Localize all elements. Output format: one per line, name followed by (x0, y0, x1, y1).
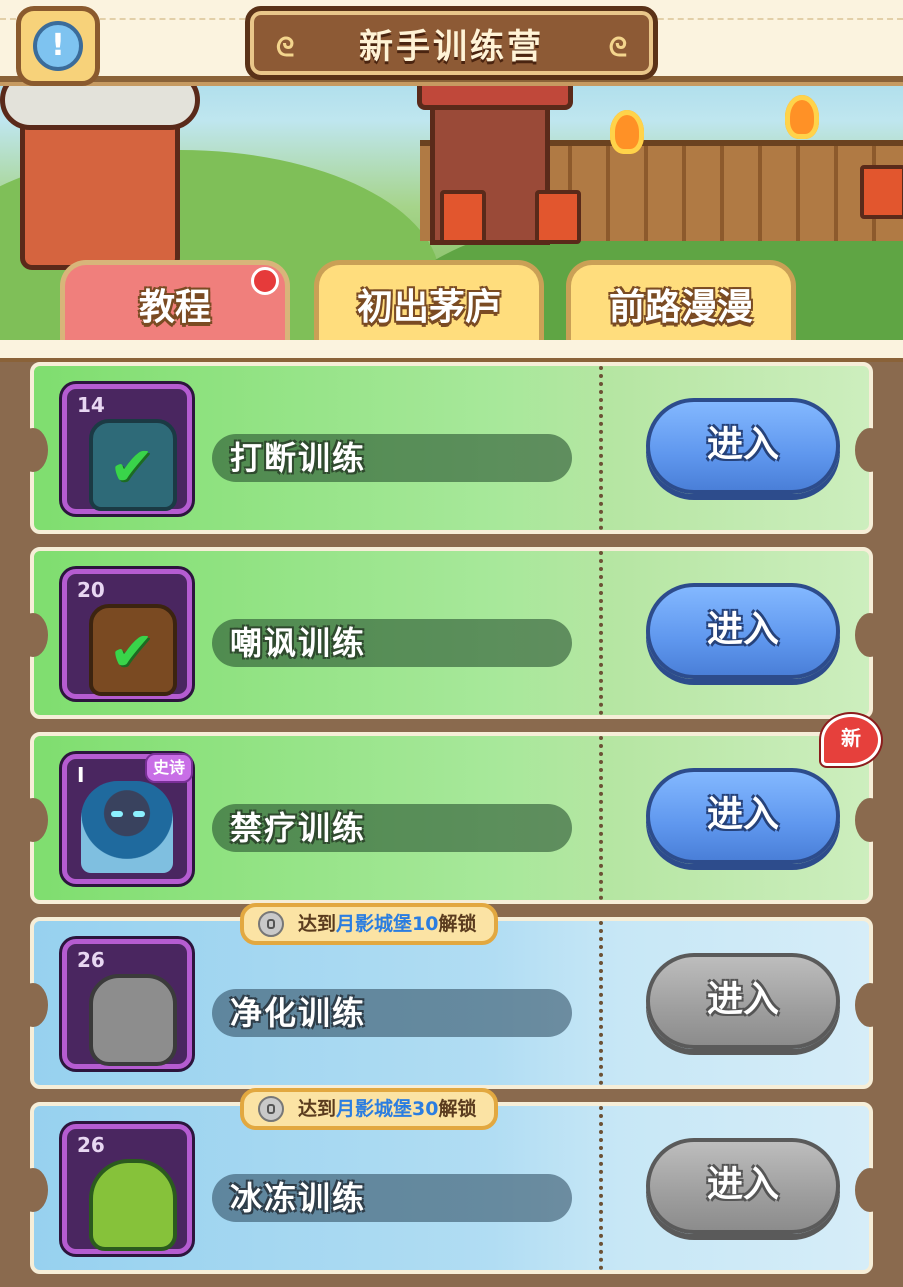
enter-button-disabled[interactable]: 进入 (646, 953, 840, 1049)
unlock-requirement: 达到月影城堡30解锁 (240, 1088, 499, 1130)
training-name: 净化训练 (212, 989, 572, 1037)
training-card: 20 ✔ 嘲讽训练 进入 (18, 547, 885, 719)
epic-badge: 史诗 (144, 753, 193, 783)
hero-rank: I (77, 763, 85, 787)
lock-suffix: 解锁 (438, 913, 477, 935)
flame-icon (610, 110, 644, 154)
card-divider (599, 736, 603, 900)
card-notch (18, 613, 48, 657)
lock-suffix: 解锁 (438, 1098, 477, 1120)
training-name: 禁疗训练 (212, 804, 572, 852)
training-name: 嘲讽训练 (212, 619, 572, 667)
swirl-ornament-icon: ᘓ (608, 33, 627, 63)
training-name: 打断训练 (212, 434, 572, 482)
check-icon: ✔ (109, 435, 155, 498)
lock-place: 月影城堡10 (336, 913, 439, 935)
tab-label: 前路漫漫 (608, 287, 753, 328)
jade-helmet-icon (89, 1159, 177, 1251)
lock-place: 月影城堡30 (336, 1098, 439, 1120)
card-notch (18, 983, 48, 1027)
card-notch (855, 983, 885, 1027)
card-notch (855, 1168, 885, 1212)
training-card: 14 ✔ 打断训练 进入 (18, 362, 885, 534)
swirl-ornament-icon: ᘓ (276, 33, 295, 63)
lock-icon (258, 1096, 284, 1122)
tab-bar: 教程 初出茅庐 前路漫漫 (60, 260, 800, 350)
check-icon: ✔ (109, 620, 155, 683)
card-notch (855, 613, 885, 657)
card-notch (18, 1168, 48, 1212)
tab-beginner[interactable]: 初出茅庐 (314, 260, 544, 348)
info-button[interactable]: ! (16, 6, 100, 86)
flame-icon (785, 95, 819, 139)
item-level: 26 (77, 948, 105, 972)
lock-prefix: 达到 (298, 1098, 337, 1120)
panel-top-edge (0, 340, 903, 362)
unlock-requirement: 达到月影城堡10解锁 (240, 903, 499, 945)
item-level: 20 (77, 578, 105, 602)
training-card-locked: 26 净化训练 进入 达到月影城堡10解锁 (18, 903, 885, 1089)
enter-button[interactable]: 进入 (646, 398, 840, 494)
hero-eye (111, 811, 123, 817)
tab-long-road[interactable]: 前路漫漫 (566, 260, 796, 348)
training-card: I 史诗 禁疗训练 进入 新 (18, 714, 885, 904)
card-divider (599, 921, 603, 1085)
card-notch (18, 798, 48, 842)
boots-item-icon[interactable]: 26 (62, 939, 192, 1069)
lock-icon (258, 911, 284, 937)
tab-tutorial[interactable]: 教程 (60, 260, 290, 348)
banner-flag-icon (860, 165, 903, 219)
helmet-item-icon[interactable]: 26 (62, 1124, 192, 1254)
lock-prefix: 达到 (298, 913, 337, 935)
card-divider (599, 551, 603, 715)
info-icon: ! (33, 21, 83, 71)
armor-item-icon[interactable]: 20 ✔ (62, 569, 192, 699)
banner-flag-icon (535, 190, 581, 244)
new-badge: 新 (821, 714, 881, 766)
hooded-hero-icon (81, 781, 173, 873)
banner-flag-icon (440, 190, 486, 244)
hero-eye (133, 811, 145, 817)
tribal-hut (0, 70, 200, 270)
enter-button[interactable]: 进入 (646, 768, 840, 864)
card-notch (18, 428, 48, 472)
item-level: 26 (77, 1133, 105, 1157)
title-plate: ᘓ 新手训练营 ᘓ (245, 6, 658, 80)
notification-dot-icon (251, 267, 279, 295)
card-notch (855, 798, 885, 842)
armor-item-icon[interactable]: 14 ✔ (62, 384, 192, 514)
training-name: 冰冻训练 (212, 1174, 572, 1222)
tab-label: 初出茅庐 (356, 287, 501, 328)
page-title: 新手训练营 (359, 26, 544, 67)
hero-portrait-icon[interactable]: I 史诗 (62, 753, 193, 884)
card-notch (855, 428, 885, 472)
training-card-locked: 26 冰冻训练 进入 达到月影城堡30解锁 (18, 1088, 885, 1274)
iron-boots-icon (89, 974, 177, 1066)
card-divider (599, 1106, 603, 1270)
item-level: 14 (77, 393, 105, 417)
card-divider (599, 366, 603, 530)
tab-label: 教程 (138, 287, 211, 328)
enter-button-disabled[interactable]: 进入 (646, 1138, 840, 1234)
enter-button[interactable]: 进入 (646, 583, 840, 679)
